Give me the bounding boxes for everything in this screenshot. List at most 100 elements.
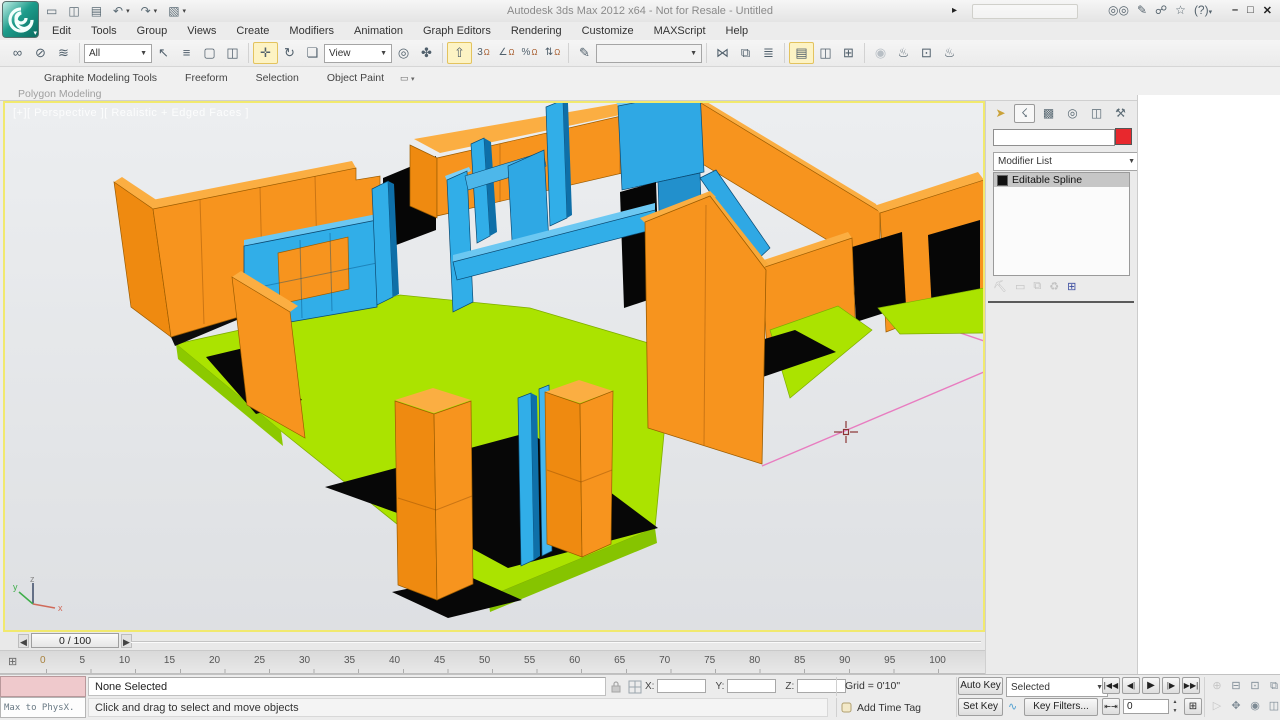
modifier-stack[interactable]: Editable Spline (993, 172, 1130, 276)
remove-modifier-icon[interactable]: ♻ (1049, 280, 1059, 293)
infocenter-search-input[interactable] (972, 4, 1078, 19)
search-icon[interactable]: ◎◎ (1108, 3, 1129, 17)
orange-column[interactable] (395, 401, 437, 600)
new-file-icon[interactable]: ▭ (46, 4, 57, 18)
select-and-link-icon[interactable]: ∞ (6, 42, 29, 64)
pan-view-icon[interactable]: ✥ (1227, 697, 1245, 716)
maximize-viewport-toggle-icon[interactable]: ◫ (1265, 697, 1280, 716)
menu-item-2[interactable]: Group (127, 25, 178, 37)
mirror-icon[interactable]: ⋈ (711, 42, 734, 64)
track-bar[interactable]: ⊞ 05101520253035404550556065707580859095… (0, 650, 985, 674)
modifier-stack-row[interactable]: Editable Spline (994, 173, 1129, 187)
current-frame-field[interactable]: 0 (1123, 699, 1169, 714)
absolute-mode-transform-icon[interactable] (628, 680, 642, 694)
perspective-viewport[interactable]: [+][ Perspective ][ Realistic + Edged Fa… (3, 101, 985, 632)
motion-tab-icon[interactable]: ◎ (1062, 104, 1083, 123)
set-keys-key-icon[interactable]: ∿ (1008, 700, 1017, 713)
make-unique-icon[interactable]: ⧉ (1033, 280, 1041, 293)
configure-modifier-sets-icon[interactable]: ⊞ (1067, 280, 1076, 293)
orange-column[interactable] (434, 401, 473, 600)
key-filters-button[interactable]: Key Filters... (1024, 698, 1098, 716)
zoom-extents-icon[interactable]: ⊡ (1246, 677, 1264, 696)
save-file-icon[interactable]: ▤ (91, 4, 102, 18)
menu-item-0[interactable]: Edit (42, 25, 81, 37)
orange-wall[interactable] (410, 145, 437, 218)
macro-recorder-field[interactable] (0, 676, 86, 697)
modifier-list-dropdown[interactable]: Modifier List ▼ (993, 152, 1140, 171)
display-tab-icon[interactable]: ◫ (1086, 104, 1107, 123)
time-slider-handle[interactable]: 0 / 100 (31, 633, 119, 648)
open-file-icon[interactable]: ◫ (68, 4, 79, 18)
viewport-label[interactable]: [+][ Perspective ][ Realistic + Edged Fa… (13, 107, 249, 119)
help-icon[interactable]: (?)▾ (1194, 3, 1212, 17)
object-name-field[interactable] (993, 129, 1115, 146)
keyboard-shortcut-override-icon[interactable]: ⇧ (447, 42, 472, 64)
orange-column[interactable] (580, 391, 613, 557)
rendered-frame-window-icon[interactable]: ⊡ (915, 42, 938, 64)
zoom-icon[interactable]: ⊕ (1208, 677, 1226, 696)
qat-customize-caret-icon[interactable]: ▾ (183, 7, 187, 15)
ribbon-tab-2[interactable]: Selection (242, 70, 313, 86)
ribbon-tab-1[interactable]: Freeform (171, 70, 242, 86)
infocenter-toggle-icon[interactable]: ▸ (952, 5, 957, 16)
rectangular-selection-region-icon[interactable]: ▢ (198, 42, 221, 64)
time-configuration-button[interactable]: ⊞ (1184, 698, 1202, 715)
orbit-icon[interactable]: ◉ (1246, 697, 1264, 716)
previous-frame-button[interactable]: ◀| (1122, 677, 1140, 694)
select-and-scale-icon[interactable]: ❏ (301, 42, 324, 64)
angle-snap-toggle-icon[interactable]: ∠Ω (495, 42, 518, 64)
previous-frame-arrow-icon[interactable]: ◀ (18, 634, 29, 648)
curve-editor-icon[interactable]: ◫ (814, 42, 837, 64)
select-and-move-icon[interactable]: ✛ (253, 42, 278, 64)
hierarchy-tab-icon[interactable]: ▩ (1038, 104, 1059, 123)
go-to-start-button[interactable]: |◀◀ (1102, 677, 1120, 694)
select-object-icon[interactable]: ↖ (152, 42, 175, 64)
minimize-icon[interactable]: – (1232, 4, 1238, 17)
menu-item-8[interactable]: Rendering (501, 25, 572, 37)
edit-named-selection-sets-icon[interactable]: ✎ (573, 42, 596, 64)
maximize-icon[interactable]: □ (1247, 4, 1254, 17)
menu-item-1[interactable]: Tools (81, 25, 127, 37)
menu-item-7[interactable]: Graph Editors (413, 25, 501, 37)
menu-item-9[interactable]: Customize (572, 25, 644, 37)
open-mini-curve-editor-icon[interactable]: ⊞ (8, 655, 17, 668)
zoom-extents-all-icon[interactable]: ⧉ (1265, 677, 1280, 696)
close-icon[interactable]: ✕ (1263, 4, 1272, 17)
percent-snap-toggle-icon[interactable]: %Ω (518, 42, 541, 64)
redo-caret-icon[interactable]: ▾ (154, 7, 158, 15)
favorites-star-icon[interactable]: ☆ (1175, 3, 1186, 17)
communication-center-icon[interactable]: ☍ (1155, 3, 1167, 17)
application-menu-button[interactable]: ▾ (2, 1, 39, 38)
align-icon[interactable]: ⧉ (734, 42, 757, 64)
ribbon-minimize-icon[interactable]: ▭ ▾ (400, 73, 415, 84)
auto-key-button[interactable]: Auto Key (958, 677, 1003, 695)
add-time-tag[interactable]: Add Time Tag (836, 698, 956, 717)
undo-caret-icon[interactable]: ▾ (126, 7, 130, 15)
orange-column[interactable] (545, 392, 582, 557)
render-production-icon[interactable]: ♨ (938, 42, 961, 64)
menu-item-11[interactable]: Help (716, 25, 759, 37)
show-end-result-icon[interactable]: ▭ (1015, 280, 1025, 293)
bind-to-space-warp-icon[interactable]: ≋ (52, 42, 75, 64)
field-of-view-icon[interactable]: ▷ (1208, 697, 1226, 716)
y-coordinate-field[interactable] (727, 679, 776, 693)
move-gizmo[interactable] (834, 421, 858, 443)
schematic-view-icon[interactable]: ⊞ (837, 42, 860, 64)
layer-manager-icon[interactable]: ≣ (757, 42, 780, 64)
menu-item-6[interactable]: Animation (344, 25, 413, 37)
ribbon-tab-3[interactable]: Object Paint (313, 70, 398, 86)
select-by-name-icon[interactable]: ≡ (175, 42, 198, 64)
set-key-button[interactable]: Set Key (958, 698, 1003, 716)
spinner-snap-toggle-icon[interactable]: ⇅Ω (541, 42, 564, 64)
selection-lock-icon[interactable] (610, 681, 622, 693)
menu-item-4[interactable]: Create (226, 25, 279, 37)
frame-spinner[interactable]: ▲▼ (1170, 699, 1180, 714)
material-editor-icon[interactable]: ◉ (869, 42, 892, 64)
utilities-tab-icon[interactable]: ⚒ (1110, 104, 1131, 123)
redo-icon[interactable]: ↷ (141, 4, 151, 18)
create-tab-icon[interactable]: ➤ (990, 104, 1011, 123)
key-mode-dropdown[interactable]: Selected ▼ (1006, 677, 1108, 697)
selection-filter-dropdown[interactable]: All▼ (84, 44, 152, 63)
snaps-toggle-3d-icon[interactable]: 3Ω (472, 42, 495, 64)
window-crossing-icon[interactable]: ◫ (221, 42, 244, 64)
